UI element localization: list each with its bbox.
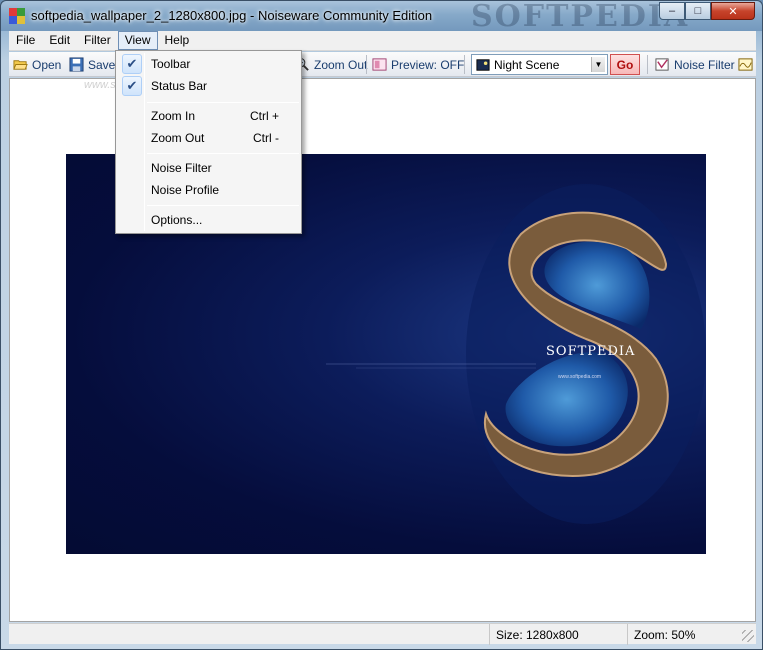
menu-file[interactable]: File <box>9 31 42 50</box>
noise-profile-button[interactable] <box>738 55 757 74</box>
menu-item-noise-profile[interactable]: Noise Profile <box>118 179 299 201</box>
status-message <box>9 624 489 645</box>
title-bar[interactable]: SOFTPEDIA softpedia_wallpaper_2_1280x800… <box>1 0 762 34</box>
noise-filter-label: Noise Filter <box>674 57 735 72</box>
menu-item-zoom-in[interactable]: Zoom In Ctrl + <box>118 105 299 127</box>
save-icon <box>69 57 84 72</box>
menu-item-label: Zoom In <box>151 109 196 123</box>
menu-help[interactable]: Help <box>158 31 197 50</box>
maximize-icon: □ <box>694 5 702 17</box>
app-icon <box>9 8 25 24</box>
preview-icon <box>372 58 387 71</box>
zoom-out-button[interactable]: Zoom Out <box>295 55 367 74</box>
menu-separator <box>147 153 299 154</box>
go-button[interactable]: Go <box>610 54 640 75</box>
caption-buttons: – □ ✕ <box>659 2 755 20</box>
save-label: Save <box>88 57 116 72</box>
menu-separator <box>147 205 299 206</box>
status-size: Size: 1280x800 <box>489 624 627 645</box>
folder-open-icon <box>13 60 28 70</box>
menu-item-toolbar[interactable]: ✔ Toolbar <box>118 53 299 75</box>
preview-button[interactable]: Preview: OFF <box>372 55 464 74</box>
menu-item-status-bar[interactable]: ✔ Status Bar <box>118 75 299 97</box>
minimize-icon: – <box>668 5 676 17</box>
menu-bar: File Edit Filter View Help <box>9 31 756 51</box>
menu-filter[interactable]: Filter <box>77 31 118 50</box>
noise-profile-icon <box>738 58 753 71</box>
title-watermark: SOFTPEDIA <box>471 0 690 34</box>
window-title: softpedia_wallpaper_2_1280x800.jpg - Noi… <box>31 8 433 23</box>
menu-item-label: Toolbar <box>151 57 191 71</box>
maximize-button[interactable]: □ <box>685 2 711 20</box>
preview-label: Preview: OFF <box>391 57 465 72</box>
softpedia-logo: SOFTPEDIA <box>546 344 636 359</box>
preset-select[interactable]: Night Scene ▼ <box>471 54 608 75</box>
status-bar: Size: 1280x800 Zoom: 50% <box>9 623 756 645</box>
toolbar-separator <box>647 55 648 74</box>
resize-grip-icon[interactable] <box>742 630 754 642</box>
menu-item-label: Noise Filter <box>151 161 212 175</box>
minimize-button[interactable]: – <box>659 2 685 20</box>
open-label: Open <box>32 57 62 72</box>
menu-item-label: Status Bar <box>151 79 208 93</box>
menu-edit[interactable]: Edit <box>42 31 77 50</box>
noise-filter-icon <box>655 58 669 71</box>
checkmark-icon: ✔ <box>122 76 142 96</box>
preset-value: Night Scene <box>494 57 560 72</box>
menu-view[interactable]: View <box>117 31 158 50</box>
menu-item-noise-filter[interactable]: Noise Filter <box>118 157 299 179</box>
chevron-down-icon[interactable]: ▼ <box>591 57 605 72</box>
checkmark-icon: ✔ <box>122 54 142 74</box>
vertical-copyright <box>694 274 700 434</box>
view-menu-dropdown: ✔ Toolbar ✔ Status Bar Zoom In Ctrl + Zo… <box>115 50 302 234</box>
menu-separator <box>147 102 299 103</box>
menu-item-shortcut: Ctrl - <box>253 131 279 145</box>
menu-item-label: Zoom Out <box>151 131 205 145</box>
open-button[interactable]: Open <box>13 55 61 74</box>
save-button[interactable]: Save <box>69 55 115 74</box>
zoom-out-label: Zoom Out <box>314 57 368 72</box>
menu-item-label: Options... <box>151 213 203 227</box>
toolbar-separator <box>464 55 465 74</box>
toolbar-separator <box>366 55 367 74</box>
close-button[interactable]: ✕ <box>711 2 755 20</box>
status-zoom: Zoom: 50% <box>627 624 737 645</box>
app-window: SOFTPEDIA softpedia_wallpaper_2_1280x800… <box>0 0 763 650</box>
menu-item-shortcut: Ctrl + <box>249 109 279 123</box>
menu-item-options[interactable]: Options... <box>118 209 299 231</box>
menu-item-label: Noise Profile <box>151 183 220 197</box>
preset-icon <box>476 58 490 71</box>
close-icon: ✕ <box>728 5 738 18</box>
menu-item-zoom-out[interactable]: Zoom Out Ctrl - <box>118 127 299 149</box>
softpedia-url: www.softpedia.com <box>558 374 602 380</box>
noise-filter-button[interactable]: Noise Filter <box>655 55 735 74</box>
